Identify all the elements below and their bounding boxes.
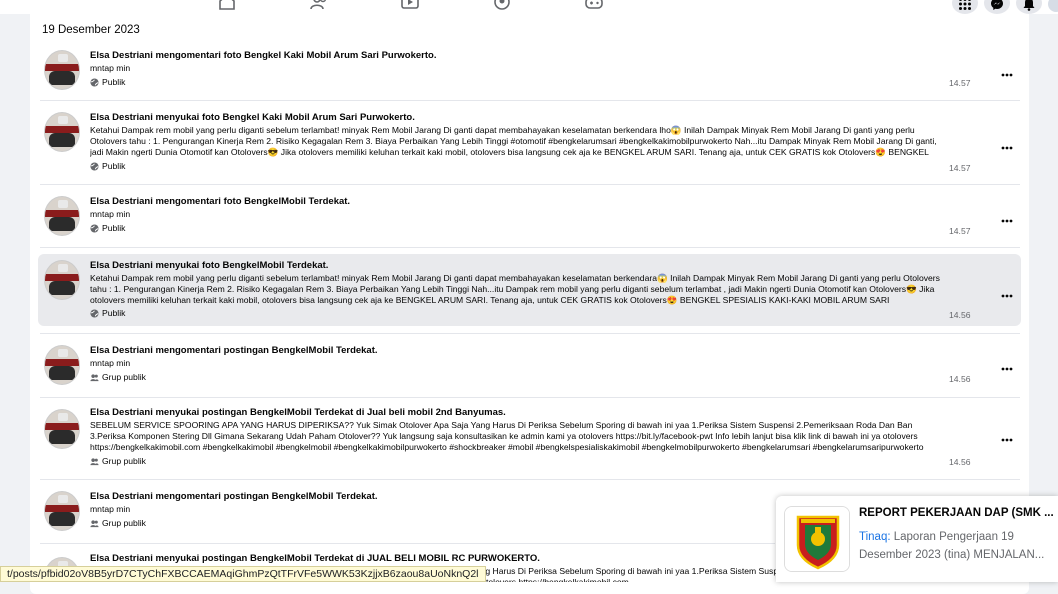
entry-time: 14.57 xyxy=(949,78,971,88)
notification-text: Tinaq: Laporan Pengerjaan 19 Desember 20… xyxy=(859,531,1045,561)
entry-title: Elsa Destriani menyukai foto BengkelMobi… xyxy=(90,260,329,271)
post-thumbnail[interactable] xyxy=(44,260,80,300)
entry-time: 14.57 xyxy=(949,226,971,236)
activity-entry[interactable]: Elsa Destriani mengomentari foto Bengkel… xyxy=(38,42,1021,98)
video-icon[interactable] xyxy=(401,0,419,10)
school-logo-icon xyxy=(785,507,849,571)
menu-grid-icon[interactable] xyxy=(952,0,978,14)
comment-text: mntap min xyxy=(90,504,131,514)
home-icon[interactable] xyxy=(218,0,236,10)
more-options-icon[interactable] xyxy=(996,363,1018,375)
entry-title: Elsa Destriani mengomentari postingan Be… xyxy=(90,345,378,356)
divider xyxy=(40,543,775,544)
audience-label: Grup publik xyxy=(90,518,146,528)
more-options-icon[interactable] xyxy=(996,434,1018,446)
audience-label: Publik xyxy=(90,161,125,171)
post-excerpt: Ketahui Dampak rem mobil yang perlu diga… xyxy=(90,273,940,305)
divider xyxy=(40,333,1020,334)
more-options-icon[interactable] xyxy=(996,215,1018,227)
post-thumbnail[interactable] xyxy=(44,112,80,152)
date-heading: 19 Desember 2023 xyxy=(42,24,140,36)
entry-time: 14.56 xyxy=(949,457,971,467)
post-thumbnail[interactable] xyxy=(44,345,80,385)
top-navigation-bar xyxy=(0,0,1058,14)
comment-text: mntap min xyxy=(90,209,131,219)
post-excerpt: SEBELUM SERVICE SPOORING APA YANG HARUS … xyxy=(90,420,924,452)
entry-title: Elsa Destriani mengomentari foto Bengkel… xyxy=(90,196,351,207)
entry-time: 14.56 xyxy=(949,374,971,384)
more-options-icon[interactable] xyxy=(996,69,1018,81)
comment-text: mntap min xyxy=(90,63,131,73)
entry-time: 14.57 xyxy=(949,163,971,173)
notification-sender[interactable]: Tinaq: xyxy=(859,531,891,543)
friends-icon[interactable] xyxy=(310,0,328,10)
activity-entry[interactable]: Elsa Destriani menyukai foto BengkelMobi… xyxy=(38,254,1021,326)
globe-icon xyxy=(90,161,99,171)
notification-toast[interactable]: REPORT PEKERJAAN DAP (SMK ... Tinaq: Lap… xyxy=(776,496,1058,582)
divider xyxy=(40,479,1020,480)
entry-time: 14.56 xyxy=(949,310,971,320)
post-thumbnail[interactable] xyxy=(44,409,80,449)
divider xyxy=(40,397,1020,398)
notification-logo xyxy=(784,506,850,572)
group-icon xyxy=(90,457,99,465)
entry-title: Elsa Destriani menyukai postingan Bengke… xyxy=(90,407,506,418)
divider xyxy=(40,184,1020,185)
group-icon xyxy=(90,373,99,381)
post-thumbnail[interactable] xyxy=(44,491,80,531)
notification-title: REPORT PEKERJAAN DAP (SMK ... xyxy=(859,507,1054,519)
audience-label: Grup publik xyxy=(90,456,146,466)
messenger-icon[interactable] xyxy=(984,0,1010,14)
entry-title: Elsa Destriani menyukai foto Bengkel Kak… xyxy=(90,112,415,123)
activity-entry[interactable]: Elsa Destriani mengomentari postingan Be… xyxy=(38,337,1021,393)
more-options-icon[interactable] xyxy=(996,142,1018,154)
status-bar-url: t/posts/pfbid02oV8B5yrD7CTyChFXBCCAEMAqi… xyxy=(0,566,486,582)
activity-entry[interactable]: Elsa Destriani menyukai postingan Bengke… xyxy=(38,401,1021,475)
activity-entry[interactable]: Elsa Destriani mengomentari foto Bengkel… xyxy=(38,188,1021,244)
activity-entry[interactable]: Elsa Destriani menyukai foto Bengkel Kak… xyxy=(38,104,1021,180)
globe-icon xyxy=(90,308,99,318)
globe-icon xyxy=(90,223,99,233)
divider xyxy=(40,247,1020,248)
profile-avatar[interactable] xyxy=(1046,0,1058,14)
audience-label: Grup publik xyxy=(90,372,146,382)
audience-label: Publik xyxy=(90,77,125,87)
post-thumbnail[interactable] xyxy=(44,50,80,90)
audience-label: Publik xyxy=(90,308,125,318)
audience-label: Publik xyxy=(90,223,125,233)
comment-text: mntap min xyxy=(90,358,131,368)
more-options-icon[interactable] xyxy=(996,290,1018,302)
entry-title: Elsa Destriani mengomentari foto Bengkel… xyxy=(90,50,437,61)
gaming-icon[interactable] xyxy=(585,0,603,10)
entry-title: Elsa Destriani mengomentari postingan Be… xyxy=(90,491,378,502)
divider xyxy=(40,100,1020,101)
post-excerpt: Ketahui Dampak rem mobil yang perlu diga… xyxy=(90,125,937,157)
groups-icon[interactable] xyxy=(493,0,511,10)
bell-icon[interactable] xyxy=(1016,0,1042,14)
globe-icon xyxy=(90,77,99,87)
group-icon xyxy=(90,519,99,527)
post-thumbnail[interactable] xyxy=(44,196,80,236)
